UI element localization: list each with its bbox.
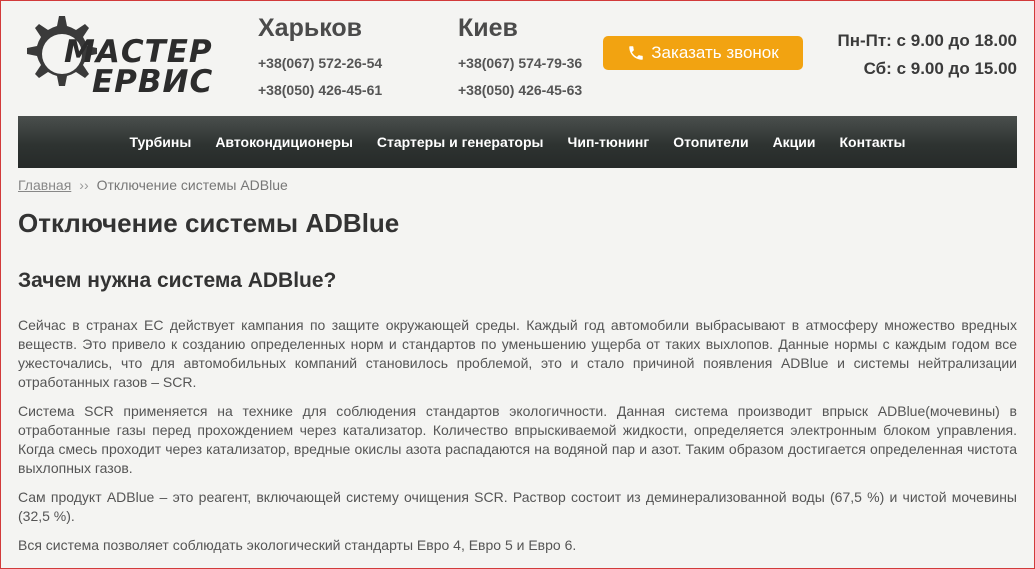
phone-kiev-1[interactable]: +38(067) 574-79-36	[458, 55, 582, 71]
logo-text-line2: ЕРВИС	[92, 64, 214, 100]
paragraph: Сам продукт ADBlue – это реагент, включа…	[18, 489, 1017, 524]
phone-kiev-2[interactable]: +38(050) 426-45-63	[458, 82, 582, 98]
hours-saturday: Сб: с 9.00 до 15.00	[863, 59, 1017, 78]
nav-item-auto-conditioners[interactable]: Автокондиционеры	[215, 134, 353, 150]
paragraph: Сейчас в странах ЕС действует кампания п…	[18, 317, 1017, 390]
main-nav: Турбины Автокондиционеры Стартеры и гене…	[18, 116, 1017, 168]
order-call-button[interactable]: Заказать звонок	[603, 36, 803, 70]
paragraph: Система SCR применяется на технике для с…	[18, 403, 1017, 476]
breadcrumb-separator: ››	[79, 177, 89, 193]
nav-item-contacts[interactable]: Контакты	[840, 134, 906, 150]
city-kharkov: Харьков	[258, 14, 363, 42]
nav-item-turbines[interactable]: Турбины	[129, 134, 191, 150]
logo[interactable]: МАСТЕР ЕРВИС	[22, 8, 222, 100]
city-kiev: Киев	[458, 14, 518, 42]
nav-item-starters-generators[interactable]: Стартеры и генераторы	[377, 134, 544, 150]
hours-weekdays: Пн-Пт: с 9.00 до 18.00	[837, 31, 1017, 50]
paragraph: Вся система позволяет соблюдать экологич…	[18, 537, 577, 553]
phone-kharkov-1[interactable]: +38(067) 572-26-54	[258, 55, 382, 71]
breadcrumb-home-link[interactable]: Главная	[18, 177, 71, 193]
article-content: Сейчас в странах ЕС действует кампания п…	[18, 316, 1017, 565]
breadcrumb-current: Отключение системы ADBlue	[96, 177, 288, 193]
page-title: Отключение системы ADBlue	[18, 208, 400, 238]
order-call-label: Заказать звонок	[651, 43, 779, 62]
phone-icon	[629, 46, 644, 60]
breadcrumb: Главная ›› Отключение системы ADBlue	[18, 177, 288, 193]
section-subtitle: Зачем нужна система ADBlue?	[18, 269, 337, 292]
nav-item-heaters[interactable]: Отопители	[673, 134, 748, 150]
nav-item-chip-tuning[interactable]: Чип-тюнинг	[568, 134, 650, 150]
nav-item-promotions[interactable]: Акции	[773, 134, 816, 150]
phone-kharkov-2[interactable]: +38(050) 426-45-61	[258, 82, 382, 98]
